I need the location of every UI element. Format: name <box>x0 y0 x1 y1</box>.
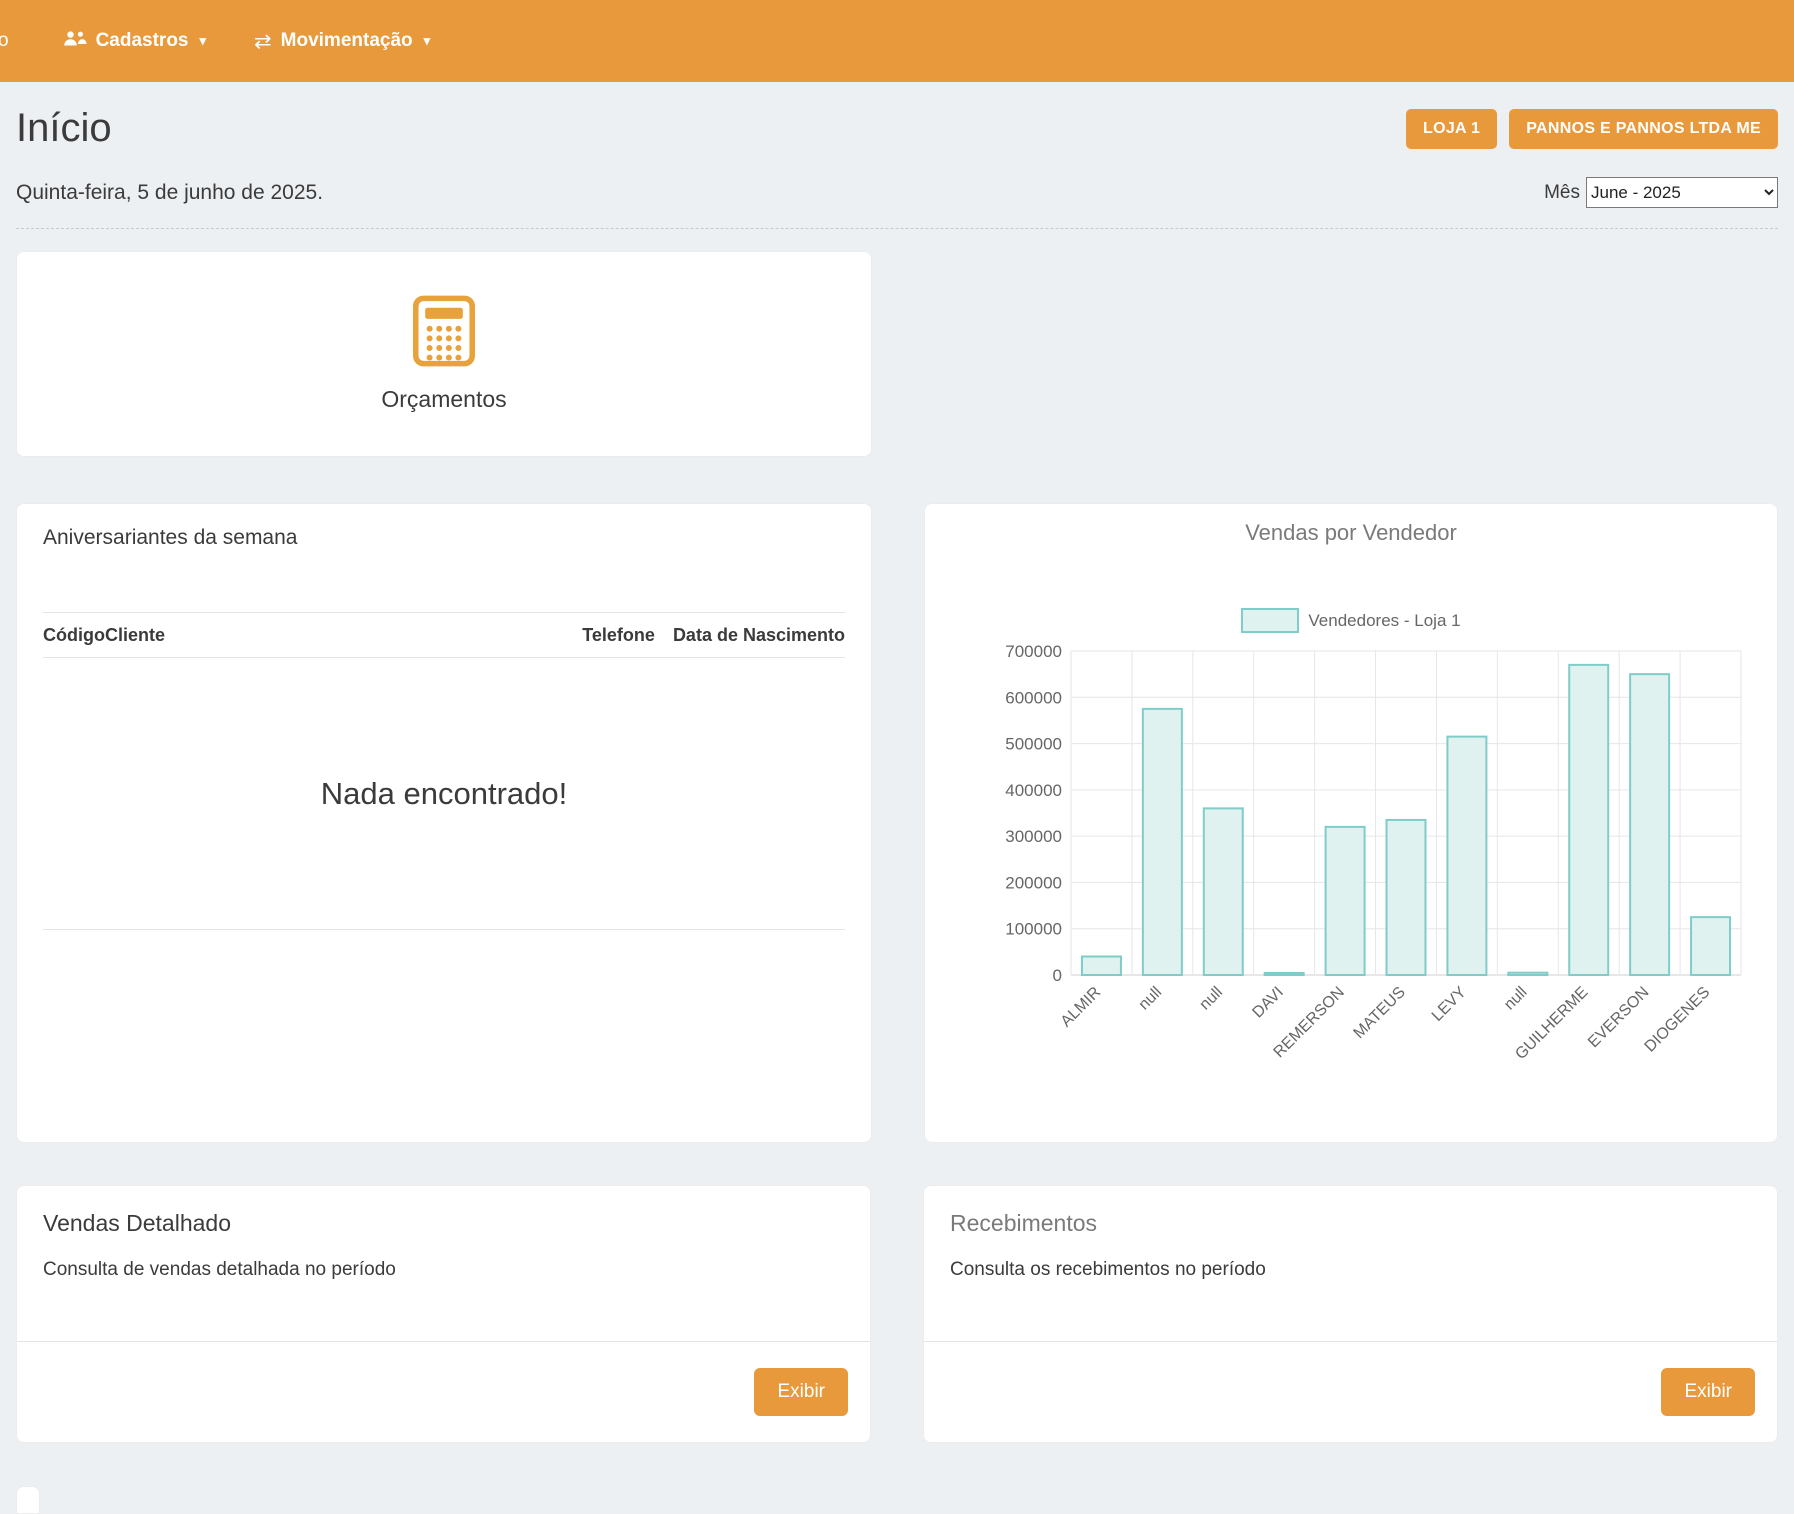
svg-text:null: null <box>1136 984 1166 1014</box>
svg-text:null: null <box>1501 984 1531 1014</box>
svg-text:700000: 700000 <box>1005 642 1062 661</box>
column-header-telefone: Telefone <box>582 625 655 646</box>
navbar: o Cadastros ▾ ⇄ Movimentação ▾ <box>0 0 1794 82</box>
svg-text:ALMIR: ALMIR <box>1058 984 1105 1031</box>
nav-item-label: Cadastros <box>96 30 189 52</box>
month-filter: Mês June - 2025 <box>1544 177 1778 208</box>
vendas-card-description: Consulta de vendas detalhada no período <box>43 1259 844 1281</box>
vendas-card-head: Vendas Detalhado Consulta de vendas deta… <box>17 1186 870 1341</box>
date-text: Quinta-feira, 5 de junho de 2025. <box>16 181 323 205</box>
svg-text:100000: 100000 <box>1005 920 1062 939</box>
recebimentos-card-head: Recebimentos Consulta os recebimentos no… <box>924 1186 1777 1341</box>
exchange-icon: ⇄ <box>254 29 272 54</box>
svg-text:null: null <box>1196 984 1226 1014</box>
birthdays-empty-area: Nada encontrado! <box>43 658 845 930</box>
month-select[interactable]: June - 2025 <box>1586 177 1778 208</box>
chart-title: Vendas por Vendedor <box>1245 520 1457 546</box>
users-icon <box>63 29 87 53</box>
nav-item-movimentacao[interactable]: ⇄ Movimentação ▾ <box>230 0 454 82</box>
date-row: Quinta-feira, 5 de junho de 2025. Mês Ju… <box>16 177 1778 229</box>
svg-text:MATEUS: MATEUS <box>1351 984 1409 1042</box>
partial-card-cutoff <box>16 1486 40 1514</box>
vendas-card-footer: Exibir <box>17 1341 870 1442</box>
svg-text:LEVY: LEVY <box>1429 984 1470 1025</box>
svg-text:600000: 600000 <box>1005 688 1062 707</box>
legend-swatch <box>1241 608 1299 633</box>
chart-legend[interactable]: Vendedores - Loja 1 <box>1241 608 1460 633</box>
column-header-nascimento: Data de Nascimento <box>673 625 845 646</box>
empty-message: Nada encontrado! <box>321 776 567 812</box>
orcamentos-shortcut-card[interactable]: Orçamentos <box>16 251 872 457</box>
birthdays-card: Aniversariantes da semana Código Cliente… <box>16 503 872 1143</box>
header-buttons: LOJA 1 PANNOS E PANNOS LTDA ME <box>1406 109 1778 149</box>
bottom-row: Vendas Detalhado Consulta de vendas deta… <box>16 1185 1778 1443</box>
recebimentos-card-footer: Exibir <box>924 1341 1777 1442</box>
recebimentos-card-description: Consulta os recebimentos no período <box>950 1259 1751 1281</box>
legend-label: Vendedores - Loja 1 <box>1308 611 1460 631</box>
birthdays-title: Aniversariantes da semana <box>43 526 845 550</box>
svg-text:200000: 200000 <box>1005 873 1062 892</box>
recebimentos-card: Recebimentos Consulta os recebimentos no… <box>923 1185 1778 1443</box>
svg-text:DAVI: DAVI <box>1249 984 1287 1022</box>
birthdays-table-header: Código Cliente Telefone Data de Nascimen… <box>43 612 845 658</box>
vendas-card-title: Vendas Detalhado <box>43 1210 844 1237</box>
middle-row: Aniversariantes da semana Código Cliente… <box>16 503 1778 1143</box>
svg-text:0: 0 <box>1053 966 1062 985</box>
store-button[interactable]: LOJA 1 <box>1406 109 1497 149</box>
month-label: Mês <box>1544 182 1580 204</box>
main-content: Início LOJA 1 PANNOS E PANNOS LTDA ME Qu… <box>0 106 1794 1443</box>
recebimentos-exibir-button[interactable]: Exibir <box>1661 1368 1755 1416</box>
company-button[interactable]: PANNOS E PANNOS LTDA ME <box>1509 109 1778 149</box>
sales-chart-svg: 0 100000 200000 300000 400000 500000 600000 700… <box>951 639 1751 1089</box>
caret-down-icon: ▾ <box>200 33 207 49</box>
vendas-exibir-button[interactable]: Exibir <box>754 1368 848 1416</box>
orcamentos-label: Orçamentos <box>381 386 506 413</box>
sales-chart-card: Vendas por Vendedor Vendedores - Loja 1 … <box>924 503 1778 1143</box>
caret-down-icon: ▾ <box>424 33 431 49</box>
nav-item-label: Movimentação <box>281 30 413 52</box>
svg-text:500000: 500000 <box>1005 735 1062 754</box>
svg-text:EVERSON: EVERSON <box>1585 984 1652 1051</box>
svg-text:DIOGENES: DIOGENES <box>1642 984 1714 1056</box>
svg-text:300000: 300000 <box>1005 827 1062 846</box>
calculator-icon <box>413 295 475 372</box>
column-header-codigo: Código <box>43 625 105 646</box>
recebimentos-card-title: Recebimentos <box>950 1210 1751 1237</box>
column-header-cliente: Cliente <box>105 625 165 646</box>
svg-text:400000: 400000 <box>1005 781 1062 800</box>
nav-item-partial[interactable]: o <box>0 30 9 52</box>
nav-item-cadastros[interactable]: Cadastros ▾ <box>39 0 230 82</box>
vendas-detalhado-card: Vendas Detalhado Consulta de vendas deta… <box>16 1185 871 1443</box>
page-title: Início <box>16 106 112 151</box>
page-header: Início LOJA 1 PANNOS E PANNOS LTDA ME <box>16 106 1778 151</box>
